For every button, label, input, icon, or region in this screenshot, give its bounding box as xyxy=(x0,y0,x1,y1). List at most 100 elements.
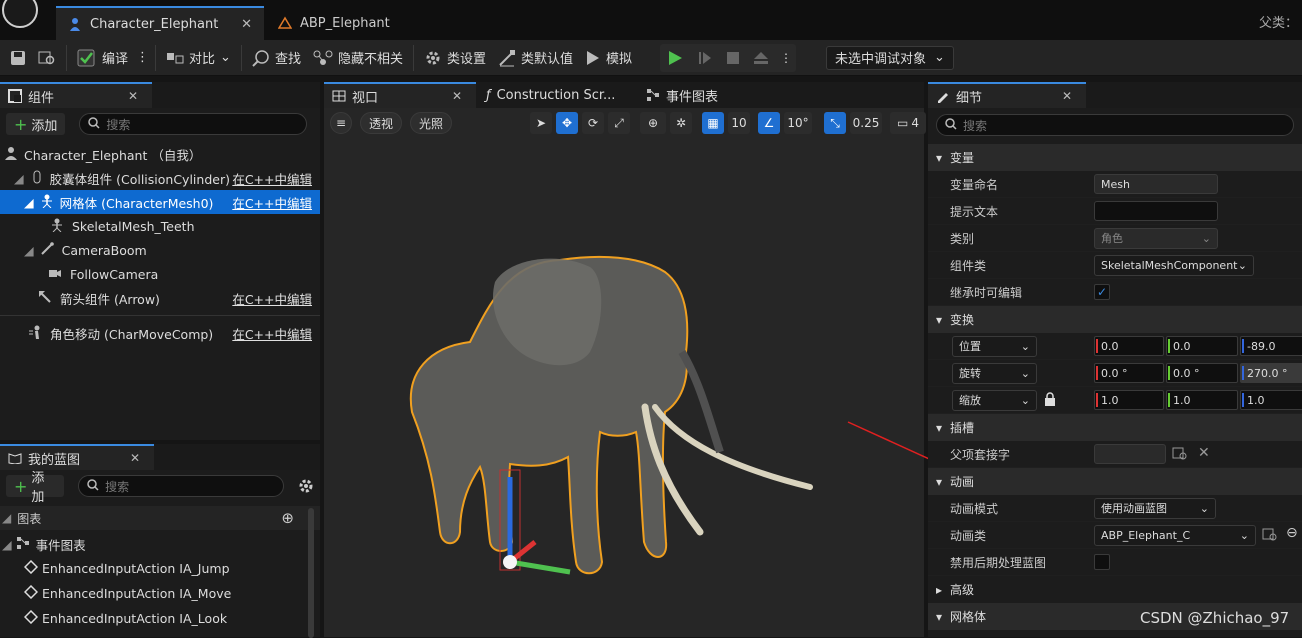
tree-item-cameraboom[interactable]: ◢ CameraBoom xyxy=(0,238,320,262)
details-search-input[interactable]: 搜索 xyxy=(936,114,1294,136)
clear-icon[interactable]: ✕ xyxy=(1198,445,1210,461)
section-transform[interactable]: ▾ 变换 xyxy=(928,306,1302,333)
close-icon[interactable]: ✕ xyxy=(130,451,140,465)
location-z[interactable]: -89.0 xyxy=(1240,336,1302,356)
rotation-mode-select[interactable]: 旋转 ⌄ xyxy=(952,362,1037,384)
event-graph-item[interactable]: ◢ 事件图表 xyxy=(0,532,320,556)
scale-z[interactable]: 1.0 xyxy=(1240,390,1302,410)
disable-post-checkbox[interactable] xyxy=(1094,554,1110,570)
eject-icon[interactable] xyxy=(752,51,770,65)
tab-viewport[interactable]: 视口 ✕ xyxy=(324,82,476,108)
details-tab[interactable]: 细节 ✕ xyxy=(928,82,1086,108)
close-tab-icon[interactable]: ✕ xyxy=(241,17,252,32)
rotation-z[interactable]: 270.0 ° xyxy=(1240,363,1302,383)
event-item[interactable]: EnhancedInputAction IA_Move xyxy=(0,581,320,606)
class-defaults-button[interactable]: 类默认值 xyxy=(492,44,579,72)
camera-speed-button[interactable]: ▭ 4 xyxy=(890,112,926,134)
translate-mode-button[interactable]: ✥ xyxy=(556,112,578,134)
components-search-input[interactable]: 搜索 xyxy=(79,113,308,135)
settings-gear-icon[interactable] xyxy=(298,478,314,494)
hide-unrelated-button[interactable]: 隐藏不相关 xyxy=(307,44,409,72)
browse-button[interactable] xyxy=(32,44,62,72)
event-item[interactable]: EnhancedInputAction IA_Look xyxy=(0,606,320,631)
class-settings-button[interactable]: 类设置 xyxy=(418,44,492,72)
save-button[interactable] xyxy=(4,44,32,72)
tab-abp-elephant[interactable]: ABP_Elephant xyxy=(266,6,406,40)
category-select[interactable]: 角色 ⌄ xyxy=(1094,227,1218,249)
event-item[interactable]: EnhancedInputAction IA_Jump xyxy=(0,556,320,581)
section-animation[interactable]: ▾ 动画 xyxy=(928,468,1302,495)
play-icon[interactable] xyxy=(664,50,686,66)
edit-in-cpp-link[interactable]: 在C++中编辑 xyxy=(232,193,312,212)
find-button[interactable]: 查找 xyxy=(246,44,307,72)
variable-name-field[interactable]: Mesh xyxy=(1094,174,1218,194)
unreal-logo-icon[interactable] xyxy=(2,0,38,28)
stop-icon[interactable] xyxy=(724,51,742,65)
parent-socket-field[interactable] xyxy=(1094,444,1166,464)
editable-checkbox[interactable]: ✓ xyxy=(1094,284,1110,300)
tree-item-root[interactable]: Character_Elephant （自我） xyxy=(0,142,320,166)
rotate-mode-button[interactable]: ⟳ xyxy=(582,112,604,134)
close-icon[interactable]: ✕ xyxy=(452,89,462,103)
location-x[interactable]: 0.0 xyxy=(1094,336,1164,356)
world-local-button[interactable]: ⊕ xyxy=(640,112,666,134)
my-blueprint-tab[interactable]: 我的蓝图 ✕ xyxy=(0,444,154,470)
edit-in-cpp-link[interactable]: 在C++中编辑 xyxy=(232,324,312,343)
location-mode-select[interactable]: 位置 ⌄ xyxy=(952,335,1037,357)
tree-item-teeth[interactable]: SkeletalMesh_Teeth xyxy=(0,214,320,238)
grid-snap-button[interactable]: ▦ xyxy=(702,112,724,134)
graphs-section[interactable]: ◢ 图表 ⊕ xyxy=(0,506,320,530)
add-graph-icon[interactable]: ⊕ xyxy=(281,509,294,527)
select-mode-button[interactable]: ➤ xyxy=(530,112,552,134)
rotation-x[interactable]: 0.0 ° xyxy=(1094,363,1164,383)
close-icon[interactable]: ✕ xyxy=(1062,89,1072,103)
add-blueprint-button[interactable]: + 添加 xyxy=(6,471,65,505)
scale-mode-button[interactable]: ⤢ xyxy=(608,112,630,134)
browse-socket-icon[interactable] xyxy=(1172,447,1188,464)
tab-event-graph[interactable]: 事件图表 xyxy=(636,86,728,105)
grid-size-value[interactable]: 10 xyxy=(728,112,750,134)
rotation-y[interactable]: 0.0 ° xyxy=(1166,363,1238,383)
tooltip-field[interactable] xyxy=(1094,201,1218,221)
tree-item-arrow[interactable]: 箭头组件 (Arrow) 在C++中编辑 xyxy=(0,286,320,310)
scale-snap-value[interactable]: 0.25 xyxy=(850,112,882,134)
anim-class-select[interactable]: ABP_Elephant_C ⌄ xyxy=(1094,524,1256,546)
blueprint-search-input[interactable]: 搜索 xyxy=(78,475,284,497)
simulate-button[interactable]: 模拟 xyxy=(579,44,638,72)
location-y[interactable]: 0.0 xyxy=(1166,336,1238,356)
components-tab[interactable]: 组件 ✕ xyxy=(0,82,152,108)
tree-item-mesh[interactable]: ◢ 网格体 (CharacterMesh0) 在C++中编辑 xyxy=(0,190,320,214)
rotation-snap-button[interactable]: ∠ xyxy=(758,112,780,134)
tree-item-collision[interactable]: ◢ 胶囊体组件 (CollisionCylinder) 在C++中编辑 xyxy=(0,166,320,190)
section-variable[interactable]: ▾ 变量 xyxy=(928,144,1302,171)
tree-item-charmove[interactable]: 角色移动 (CharMoveComp) 在C++中编辑 xyxy=(0,321,320,345)
browse-asset-icon[interactable] xyxy=(1262,528,1278,545)
scale-mode-select[interactable]: 缩放 ⌄ xyxy=(952,389,1037,411)
viewport-menu-button[interactable]: ≡ xyxy=(330,112,352,134)
add-component-button[interactable]: + 添加 xyxy=(6,113,66,135)
tab-construction-script[interactable]: ƒ Construction Scr... xyxy=(476,88,636,103)
component-class-select[interactable]: SkeletalMeshComponent ⌄ xyxy=(1094,254,1254,276)
surface-snap-button[interactable]: ✲ xyxy=(670,112,692,134)
close-icon[interactable]: ✕ xyxy=(128,89,138,103)
debug-object-select[interactable]: 未选中调试对象 ⌄ xyxy=(826,45,954,70)
section-sockets[interactable]: ▾ 插槽 xyxy=(928,414,1302,441)
anim-mode-select[interactable]: 使用动画蓝图 ⌄ xyxy=(1094,497,1216,519)
tab-character-elephant[interactable]: Character_Elephant ✕ xyxy=(56,6,264,40)
rotation-snap-value[interactable]: 10° xyxy=(784,112,812,134)
compile-button[interactable]: 编译 xyxy=(71,44,134,72)
scale-x[interactable]: 1.0 xyxy=(1094,390,1164,410)
diff-button[interactable]: 对比 ⌄ xyxy=(160,44,237,72)
edit-in-cpp-link[interactable]: 在C++中编辑 xyxy=(232,289,312,308)
compile-options-button[interactable]: ⋮ xyxy=(134,44,151,72)
lock-icon[interactable] xyxy=(1044,392,1056,409)
perspective-button[interactable]: 透视 xyxy=(360,112,403,134)
elephant-mesh[interactable] xyxy=(400,242,820,582)
more-vertical-icon[interactable]: ⋮ xyxy=(780,51,792,65)
use-selected-icon[interactable]: ⊖ xyxy=(1286,525,1298,541)
section-advanced[interactable]: ▸ 高级 xyxy=(928,576,1302,603)
step-icon[interactable] xyxy=(696,51,714,65)
tree-item-followcamera[interactable]: FollowCamera xyxy=(0,262,320,286)
scale-snap-button[interactable]: ⤡ xyxy=(824,112,846,134)
lighting-button[interactable]: 光照 xyxy=(410,112,453,134)
